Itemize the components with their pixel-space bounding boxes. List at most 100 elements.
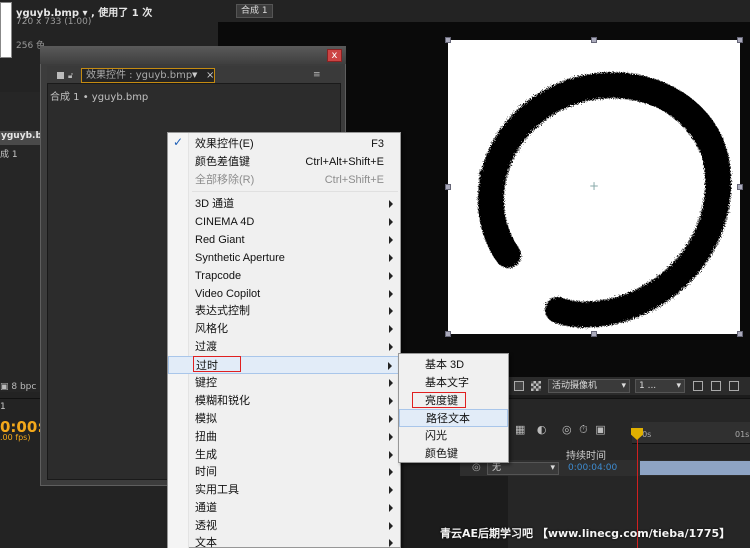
- menu-item-utility[interactable]: 实用工具: [168, 481, 400, 499]
- graph-editor-icon[interactable]: ◎: [562, 423, 572, 436]
- transform-handle-tr[interactable]: [737, 37, 743, 43]
- layer-duration-value[interactable]: 0:00:04:00: [568, 463, 617, 473]
- transform-handle-bc[interactable]: [591, 331, 597, 337]
- chevron-down-icon[interactable]: ▼: [192, 71, 201, 80]
- menu-item-label: 颜色差值键: [195, 156, 250, 168]
- submenu-arrow-icon: [389, 307, 393, 315]
- bpc-button[interactable]: ▣ 8 bpc: [0, 382, 40, 394]
- submenu-arrow-icon: [389, 468, 393, 476]
- menu-item-color-difference-key[interactable]: 颜色差值键 Ctrl+Alt+Shift+E: [168, 153, 400, 171]
- submenu-arrow-icon: [389, 236, 393, 244]
- menu-item-time[interactable]: 时间: [168, 463, 400, 481]
- layer-duration-bar[interactable]: [640, 461, 750, 475]
- lock-icon[interactable]: 🔓︎: [68, 71, 73, 81]
- menu-item-trapcode[interactable]: Trapcode: [168, 267, 400, 285]
- menu-item-label: 键控: [195, 377, 217, 389]
- project-item-yguyb[interactable]: yguyb.bmp: [0, 131, 40, 145]
- menu-item-transition[interactable]: 过渡: [168, 338, 400, 356]
- layout-icon[interactable]: [693, 381, 703, 391]
- menu-item-remove-all[interactable]: 全部移除(R) Ctrl+Shift+E: [168, 171, 400, 189]
- menu-item-red-giant[interactable]: Red Giant: [168, 231, 400, 249]
- menu-item-channel[interactable]: 通道: [168, 499, 400, 517]
- project-file-dimensions: 720 x 733 (1.00): [16, 17, 92, 27]
- menu-item-label: 通道: [195, 502, 217, 514]
- effect-controls-breadcrumb: 合成 1 • yguyb.bmp: [50, 92, 149, 103]
- menu-item-keying[interactable]: 键控: [168, 374, 400, 392]
- submenu-item-lightning[interactable]: 闪光: [399, 427, 508, 445]
- menu-item-label: CINEMA 4D: [195, 216, 255, 228]
- annotation-highlight-box: [412, 392, 466, 408]
- submenu-item-basic-text[interactable]: 基本文字: [399, 374, 508, 392]
- panel-square-icon[interactable]: [57, 72, 64, 79]
- submenu-arrow-icon: [389, 415, 393, 423]
- frame-blend-icon[interactable]: ▣: [595, 423, 605, 436]
- submenu-arrow-icon: [389, 486, 393, 494]
- submenu-item-basic-3d[interactable]: 基本 3D: [399, 356, 508, 374]
- timer-icon[interactable]: ⏱: [579, 423, 588, 436]
- effect-controls-titlebar[interactable]: [40, 46, 346, 64]
- menu-item-effect-controls[interactable]: 效果控件(E) F3: [168, 135, 400, 153]
- submenu-item-color-key[interactable]: 颜色键: [399, 445, 508, 463]
- svg-text:+: +: [589, 179, 599, 193]
- menu-item-3d-channel[interactable]: 3D 通道: [168, 195, 400, 213]
- grid-icon[interactable]: [514, 381, 524, 391]
- parent-pickwhip-icon[interactable]: ◎: [472, 462, 481, 473]
- camera-select[interactable]: 活动摄像机 ▾: [548, 379, 630, 393]
- motion-blur-icon[interactable]: ◐: [537, 423, 547, 436]
- submenu-arrow-icon: [389, 451, 393, 459]
- comp-flowchart-icon[interactable]: ▦: [515, 423, 525, 436]
- menu-item-video-copilot[interactable]: Video Copilot: [168, 285, 400, 303]
- transform-handle-br[interactable]: [737, 331, 743, 337]
- menu-item-shortcut: F3: [371, 138, 384, 150]
- menu-item-label: 模拟: [195, 413, 217, 425]
- submenu-item-label: 基本文字: [425, 377, 469, 389]
- menu-item-generate[interactable]: 生成: [168, 446, 400, 464]
- submenu-arrow-icon: [388, 362, 392, 370]
- menu-item-blur-sharpen[interactable]: 模糊和锐化: [168, 392, 400, 410]
- menu-item-simulation[interactable]: 模拟: [168, 410, 400, 428]
- menu-item-distort[interactable]: 扭曲: [168, 428, 400, 446]
- transform-handle-mr[interactable]: [737, 184, 743, 190]
- snapshot-icon[interactable]: [729, 381, 739, 391]
- menu-item-expression-controls[interactable]: 表达式控制: [168, 302, 400, 320]
- parent-select[interactable]: 无 ▾: [487, 462, 559, 475]
- menu-item-stylize[interactable]: 风格化: [168, 320, 400, 338]
- expand-icon[interactable]: [711, 381, 721, 391]
- project-item-comp[interactable]: 成 1: [0, 147, 18, 160]
- views-select[interactable]: 1 ... ▾: [635, 379, 685, 393]
- composition-tab[interactable]: 合成 1: [236, 4, 273, 18]
- submenu-arrow-icon: [389, 254, 393, 262]
- menu-item-shortcut: Ctrl+Alt+Shift+E: [305, 156, 384, 168]
- tab-close-button[interactable]: ×: [206, 70, 214, 81]
- parent-select-label: 无: [492, 463, 502, 473]
- timeline-tab[interactable]: 1: [0, 402, 6, 412]
- composition-frame[interactable]: +: [448, 40, 740, 334]
- menu-item-text[interactable]: 文本: [168, 534, 400, 548]
- chevron-down-icon: ▾: [621, 381, 626, 391]
- menu-item-perspective[interactable]: 透视: [168, 517, 400, 535]
- transform-handle-ml[interactable]: [445, 184, 451, 190]
- project-thumbnail: [0, 2, 12, 58]
- transform-handle-tl[interactable]: [445, 37, 451, 43]
- chevron-down-icon: ▾: [550, 463, 555, 473]
- submenu-item-label: 路径文本: [426, 413, 470, 425]
- menu-item-label: 模糊和锐化: [195, 395, 250, 407]
- timeline-tool-icons[interactable]: ▦ ◐ ◎ ⏱ ▣: [515, 423, 630, 437]
- panel-menu-icon[interactable]: ≡: [313, 70, 321, 80]
- effect-controls-tab-label: 效果控件 : yguyb.bmp: [86, 70, 193, 81]
- menu-item-label: 全部移除(R): [195, 174, 255, 186]
- window-close-button[interactable]: x: [327, 49, 342, 62]
- annotation-highlight-box: [193, 356, 241, 372]
- menu-item-label: 风格化: [195, 323, 228, 335]
- transform-handle-tc[interactable]: [591, 37, 597, 43]
- menu-item-cinema-4d[interactable]: CINEMA 4D: [168, 213, 400, 231]
- checker-icon[interactable]: [531, 381, 541, 391]
- submenu-item-path-text[interactable]: 路径文本: [399, 409, 508, 427]
- menu-item-synthetic-aperture[interactable]: Synthetic Aperture: [168, 249, 400, 267]
- submenu-arrow-icon: [389, 272, 393, 280]
- enso-ink-circle: +: [478, 72, 732, 328]
- submenu-arrow-icon: [389, 200, 393, 208]
- views-select-label: 1 ...: [639, 381, 657, 391]
- transform-handle-bl[interactable]: [445, 331, 451, 337]
- submenu-item-label: 基本 3D: [425, 359, 465, 371]
